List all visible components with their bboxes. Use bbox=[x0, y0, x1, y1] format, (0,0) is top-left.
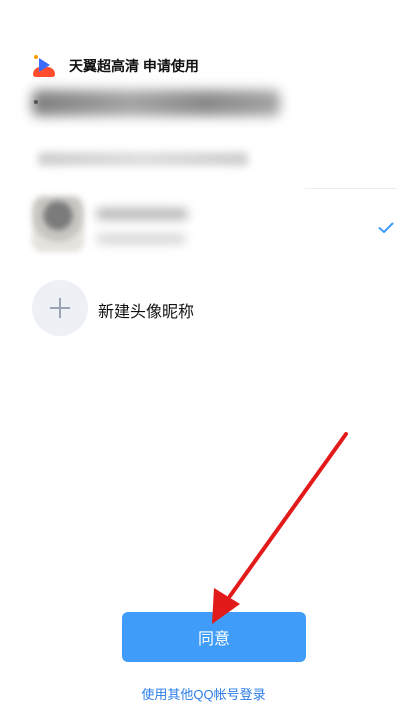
divider bbox=[305, 188, 397, 189]
blurred-nickname bbox=[96, 208, 188, 220]
new-avatar-nickname-row[interactable]: 新建头像昵称 bbox=[0, 280, 407, 336]
app-header: 天翼超高清 申请使用 bbox=[33, 54, 199, 78]
blurred-permission-title bbox=[32, 90, 280, 116]
blurred-account-id bbox=[96, 234, 186, 244]
other-qq-login-link[interactable]: 使用其他QQ帐号登录 bbox=[0, 684, 407, 703]
avatar bbox=[32, 196, 84, 252]
app-logo-icon bbox=[33, 55, 55, 77]
new-avatar-nickname-label: 新建头像昵称 bbox=[98, 304, 195, 321]
plus-icon bbox=[32, 280, 88, 336]
header-title: 天翼超高清 申请使用 bbox=[69, 58, 199, 74]
account-row-selected[interactable] bbox=[0, 196, 407, 260]
checkmark-icon bbox=[378, 222, 394, 233]
blurred-permission-subtitle bbox=[38, 152, 248, 166]
agree-button[interactable]: 同意 bbox=[122, 612, 306, 662]
